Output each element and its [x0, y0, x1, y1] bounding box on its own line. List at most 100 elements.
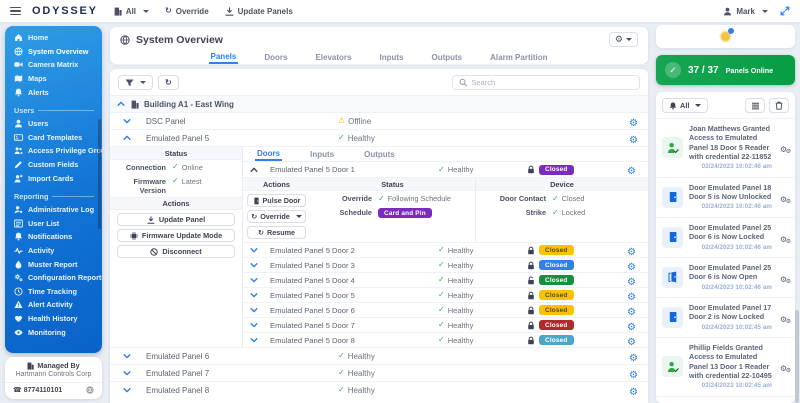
refresh-button[interactable]: [158, 75, 179, 90]
door-settings-button[interactable]: [627, 243, 636, 258]
panel-settings-button[interactable]: [629, 383, 638, 398]
tab-panels[interactable]: Panels: [209, 50, 239, 64]
tab-doors[interactable]: Doors: [255, 147, 282, 161]
override-button[interactable]: Override: [165, 7, 209, 16]
sidebar-item-muster-report[interactable]: Muster Report: [5, 257, 102, 271]
event-actions-button[interactable]: [778, 270, 789, 285]
event-item[interactable]: Phillip Fields Granted Access to Emulate…: [656, 337, 795, 396]
update-panels-button[interactable]: Update Panels: [225, 7, 293, 16]
door-settings-button[interactable]: [627, 288, 636, 303]
firmware-update-mode-button[interactable]: Firmware Update Mode: [117, 229, 235, 242]
panel-row-emulated-5[interactable]: Emulated Panel 5 Healthy: [110, 129, 648, 146]
panel-settings-button[interactable]: [629, 349, 638, 364]
chevron-down-icon[interactable]: [123, 369, 131, 377]
chevron-down-icon[interactable]: [250, 321, 258, 329]
sidebar-item-user-list[interactable]: User List: [5, 217, 102, 231]
chevron-down-icon[interactable]: [250, 291, 258, 299]
door-row[interactable]: Emulated Panel 5 Door 5 Healthy Closed: [243, 287, 648, 302]
panel-row[interactable]: Emulated Panel 7 Healthy: [110, 364, 648, 381]
door-settings-button[interactable]: [627, 258, 636, 273]
event-actions-button[interactable]: [778, 230, 789, 245]
user-menu-button[interactable]: Mark: [723, 7, 768, 16]
chevron-up-icon[interactable]: [117, 100, 125, 108]
hamburger-menu-icon[interactable]: [10, 7, 21, 16]
event-item[interactable]: Joan Matthews Granted Access to Emulated…: [656, 118, 795, 177]
tab-doors[interactable]: Doors: [262, 50, 289, 64]
chevron-down-icon[interactable]: [123, 352, 131, 360]
event-list-view-button[interactable]: [745, 98, 765, 113]
panel-row[interactable]: Emulated Panel 6 Healthy: [110, 347, 648, 364]
sidebar-item-administrative-log[interactable]: Administrative Log: [5, 203, 102, 217]
event-item[interactable]: Door Emulated Panel 17 Door 2 is Now Loc…: [656, 297, 795, 337]
door-settings-button[interactable]: [627, 303, 636, 318]
pulse-door-button[interactable]: Pulse Door: [247, 194, 306, 207]
chevron-up-icon[interactable]: [123, 134, 131, 142]
tab-inputs[interactable]: Inputs: [377, 50, 405, 64]
door-settings-button[interactable]: [627, 318, 636, 333]
update-panel-button[interactable]: Update Panel: [117, 213, 235, 226]
chevron-down-icon[interactable]: [250, 246, 258, 254]
panel-row-dsc[interactable]: DSC Panel Offline: [110, 112, 648, 129]
sidebar-item-card-templates[interactable]: Card Templates: [5, 131, 102, 145]
phone-number[interactable]: 8774110101: [13, 387, 62, 394]
panel-row[interactable]: Emulated Panel 8 Healthy: [110, 381, 648, 398]
chevron-down-icon[interactable]: [250, 336, 258, 344]
chevron-down-icon[interactable]: [250, 261, 258, 269]
event-actions-button[interactable]: [778, 310, 789, 325]
door-row[interactable]: Emulated Panel 5 Door 3 Healthy Closed: [243, 257, 648, 272]
page-scrollbar[interactable]: [795, 310, 799, 403]
tab-inputs[interactable]: Inputs: [308, 147, 336, 161]
event-item[interactable]: Door Emulated Panel 25 Door 6 is Now Loc…: [656, 217, 795, 257]
sidebar-item-camera-matrix[interactable]: Camera Matrix: [5, 58, 102, 72]
event-actions-button[interactable]: [778, 190, 789, 205]
page-settings-button[interactable]: [609, 32, 638, 47]
door-settings-button[interactable]: [627, 162, 636, 177]
panel-settings-button[interactable]: [629, 366, 638, 381]
sidebar-scrollbar[interactable]: [98, 119, 101, 229]
filter-button[interactable]: [118, 75, 153, 90]
sidebar-item-access-privilege-groups[interactable]: Access Privilege Groups: [5, 144, 102, 158]
chevron-down-icon[interactable]: [250, 276, 258, 284]
sidebar-item-time-tracking[interactable]: Time Tracking: [5, 285, 102, 299]
chevron-down-icon[interactable]: [123, 386, 131, 394]
door-row[interactable]: Emulated Panel 5 Door 7 Healthy Closed: [243, 317, 648, 332]
override-door-button[interactable]: Override: [247, 210, 306, 223]
event-actions-button[interactable]: [778, 140, 789, 155]
sidebar-item-home[interactable]: Home: [5, 31, 102, 45]
sidebar-item-alert-activity[interactable]: Alert Activity: [5, 298, 102, 312]
disconnect-button[interactable]: Disconnect: [117, 245, 235, 258]
resume-door-button[interactable]: Resume: [247, 226, 306, 239]
tab-outputs[interactable]: Outputs: [362, 147, 397, 161]
globe-icon[interactable]: [86, 386, 94, 394]
sidebar-item-monitoring[interactable]: Monitoring: [5, 325, 102, 339]
sidebar-item-configuration-reports[interactable]: Configuration Reports: [5, 271, 102, 285]
sidebar-item-notifications[interactable]: Notifications: [5, 230, 102, 244]
chevron-down-icon[interactable]: [123, 117, 131, 125]
sidebar-item-import-cards[interactable]: Import Cards: [5, 171, 102, 185]
door-settings-button[interactable]: [627, 273, 636, 288]
sidebar-item-alerts[interactable]: Alerts: [5, 85, 102, 99]
door-row[interactable]: Emulated Panel 5 Door 8 Healthy Closed: [243, 332, 648, 347]
chevron-up-icon[interactable]: [250, 166, 258, 174]
panel-settings-button[interactable]: [629, 114, 638, 129]
event-item[interactable]: Door Emulated Panel 13 Door 1 is Now Unl…: [656, 396, 795, 403]
event-actions-button[interactable]: [778, 359, 789, 374]
door-row[interactable]: Emulated Panel 5 Door 4 Healthy Closed: [243, 272, 648, 287]
tab-elevators[interactable]: Elevators: [313, 50, 353, 64]
tab-alarm-partition[interactable]: Alarm Partition: [488, 50, 549, 64]
sidebar-item-system-overview[interactable]: System Overview: [5, 45, 102, 59]
door-settings-button[interactable]: [627, 333, 636, 348]
event-filter-button[interactable]: All: [662, 98, 708, 113]
door-row-1[interactable]: Emulated Panel 5 Door 1 Healthy Closed: [243, 162, 648, 177]
door-row[interactable]: Emulated Panel 5 Door 2 Healthy Closed: [243, 242, 648, 257]
sidebar-item-maps[interactable]: Maps: [5, 72, 102, 86]
panel-settings-button[interactable]: [629, 131, 638, 146]
chevron-down-icon[interactable]: [250, 306, 258, 314]
door-row[interactable]: Emulated Panel 5 Door 6 Healthy Closed: [243, 302, 648, 317]
event-item[interactable]: Door Emulated Panel 25 Door 6 is Now Ope…: [656, 257, 795, 297]
sidebar-item-activity[interactable]: Activity: [5, 244, 102, 258]
search-input[interactable]: [471, 78, 633, 87]
clear-events-button[interactable]: [769, 98, 789, 113]
sidebar-item-users[interactable]: Users: [5, 117, 102, 131]
scope-selector-button[interactable]: All: [114, 7, 149, 16]
